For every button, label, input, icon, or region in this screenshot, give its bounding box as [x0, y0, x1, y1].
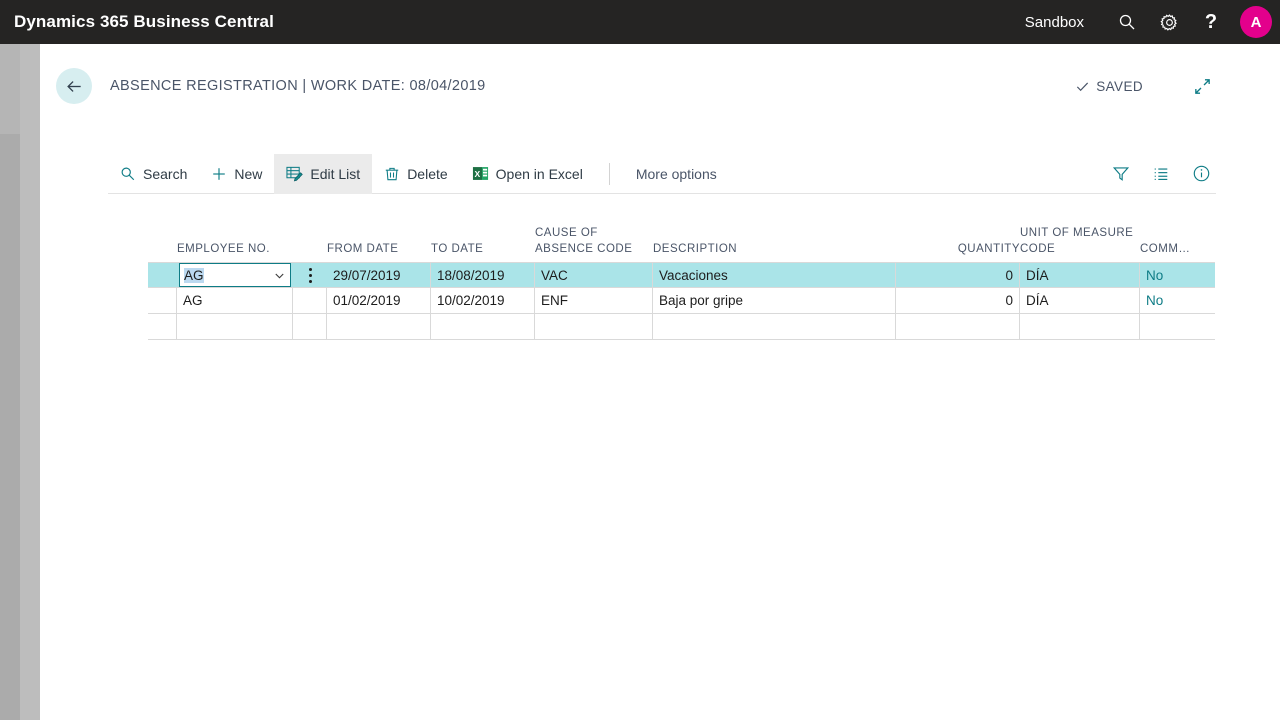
app-brand-title: Dynamics 365 Business Central [14, 12, 274, 32]
cell-uom[interactable]: DÍA [1020, 263, 1140, 287]
cell-from-date[interactable]: 01/02/2019 [327, 288, 431, 313]
grid-header-row: EMPLOYEE NO. FROM DATE TO DATE CAUSE OF … [148, 199, 1215, 262]
search-button[interactable]: Search [108, 154, 199, 194]
delete-button-label: Delete [407, 166, 447, 182]
filter-icon[interactable] [1106, 154, 1136, 194]
cell-to-date[interactable]: 18/08/2019 [431, 263, 535, 287]
info-icon[interactable] [1186, 154, 1216, 194]
cell-to-date[interactable] [431, 314, 535, 339]
cell-employee-no[interactable] [177, 314, 293, 339]
cell-employee-no[interactable]: AG [177, 263, 293, 287]
grid-header-quantity[interactable]: QUANTITY [896, 241, 1020, 262]
edit-list-button[interactable]: Edit List [274, 154, 372, 194]
cell-quantity[interactable]: 0 [896, 263, 1020, 287]
table-row[interactable] [148, 314, 1215, 340]
excel-icon: X [472, 165, 489, 182]
vertical-dots-icon[interactable] [299, 266, 321, 284]
employee-no-value: AG [184, 268, 204, 283]
row-selector[interactable] [148, 263, 177, 287]
row-selector[interactable] [148, 288, 177, 313]
cell-to-date[interactable]: 10/02/2019 [431, 288, 535, 313]
open-in-excel-button[interactable]: X Open in Excel [460, 154, 595, 194]
chevron-down-icon[interactable] [273, 269, 286, 282]
search-button-label: Search [143, 166, 187, 182]
edit-list-icon [286, 165, 303, 182]
background-overlay-top-left [0, 44, 20, 134]
toolbar-right-group [1096, 154, 1216, 194]
action-toolbar: Search New Edit List [108, 154, 1216, 194]
cell-cause-code[interactable] [535, 314, 653, 339]
collapse-button[interactable] [1193, 77, 1212, 96]
new-button-label: New [234, 166, 262, 182]
toolbar-divider [609, 163, 610, 185]
edit-list-button-label: Edit List [310, 166, 360, 182]
grid-header-unit-of-measure-code[interactable]: UNIT OF MEASURE CODE [1020, 225, 1140, 262]
page-title: ABSENCE REGISTRATION | WORK DATE: 08/04/… [110, 78, 486, 94]
trash-icon [384, 166, 400, 182]
open-in-excel-button-label: Open in Excel [496, 166, 583, 182]
cell-comment[interactable]: No [1140, 288, 1215, 313]
more-options-label: More options [636, 166, 717, 182]
cell-uom[interactable]: DÍA [1020, 288, 1140, 313]
cell-comment[interactable] [1140, 314, 1215, 339]
cell-description[interactable]: Baja por gripe [653, 288, 896, 313]
cell-cause-code[interactable]: ENF [535, 288, 653, 313]
page-header: ABSENCE REGISTRATION | WORK DATE: 08/04/… [40, 58, 1280, 114]
grid-header-from-date[interactable]: FROM DATE [327, 241, 431, 262]
search-icon [120, 166, 136, 182]
list-view-icon[interactable] [1146, 154, 1176, 194]
cell-uom[interactable] [1020, 314, 1140, 339]
help-label: ? [1205, 11, 1217, 34]
row-menu-button[interactable] [293, 288, 327, 313]
topbar-right-group: Sandbox ? A [1025, 0, 1280, 44]
absence-registration-grid: EMPLOYEE NO. FROM DATE TO DATE CAUSE OF … [148, 199, 1215, 340]
grid-header-employee-no[interactable]: EMPLOYEE NO. [177, 241, 293, 262]
avatar[interactable]: A [1240, 6, 1272, 38]
cell-employee-no[interactable]: AG [177, 288, 293, 313]
cell-from-date[interactable] [327, 314, 431, 339]
table-row[interactable]: AG 29/07/2019 18/08/2019 VAC Vacaciones … [148, 262, 1215, 288]
grid-header-cause-of-absence-code[interactable]: CAUSE OF ABSENCE CODE [535, 225, 653, 262]
row-menu-button[interactable] [293, 263, 327, 287]
grid-header-selector [148, 257, 177, 262]
cell-description[interactable]: Vacaciones [653, 263, 896, 287]
page-header-right: SAVED [1075, 77, 1280, 96]
background-overlay-strip-left [0, 44, 20, 720]
svg-text:X: X [474, 169, 480, 179]
grid-header-description[interactable]: DESCRIPTION [653, 241, 896, 262]
page-surface: ABSENCE REGISTRATION | WORK DATE: 08/04/… [40, 44, 1280, 720]
background-overlay-strip-right [20, 44, 40, 720]
table-row[interactable]: AG 01/02/2019 10/02/2019 ENF Baja por gr… [148, 288, 1215, 314]
gear-icon[interactable] [1148, 0, 1190, 44]
grid-header-to-date[interactable]: TO DATE [431, 241, 535, 262]
delete-button[interactable]: Delete [372, 154, 459, 194]
cell-quantity[interactable]: 0 [896, 288, 1020, 313]
back-button[interactable] [56, 68, 92, 104]
grid-header-comment[interactable]: COMM… [1140, 241, 1215, 262]
cell-quantity[interactable] [896, 314, 1020, 339]
status-badge: SAVED [1075, 79, 1143, 94]
new-button[interactable]: New [199, 154, 274, 194]
more-options-button[interactable]: More options [624, 154, 729, 194]
row-selector[interactable] [148, 314, 177, 339]
status-badge-label: SAVED [1096, 79, 1143, 94]
cell-comment[interactable]: No [1140, 263, 1215, 287]
environment-label: Sandbox [1025, 14, 1084, 31]
cell-cause-code[interactable]: VAC [535, 263, 653, 287]
grid-header-rowmenu [293, 257, 327, 262]
row-menu-button[interactable] [293, 314, 327, 339]
cell-from-date[interactable]: 29/07/2019 [327, 263, 431, 287]
employee-no-input[interactable]: AG [179, 263, 291, 287]
top-navigation-bar: Dynamics 365 Business Central Sandbox ? … [0, 0, 1280, 44]
search-icon[interactable] [1106, 0, 1148, 44]
help-icon[interactable]: ? [1190, 0, 1232, 44]
plus-icon [211, 166, 227, 182]
cell-description[interactable] [653, 314, 896, 339]
